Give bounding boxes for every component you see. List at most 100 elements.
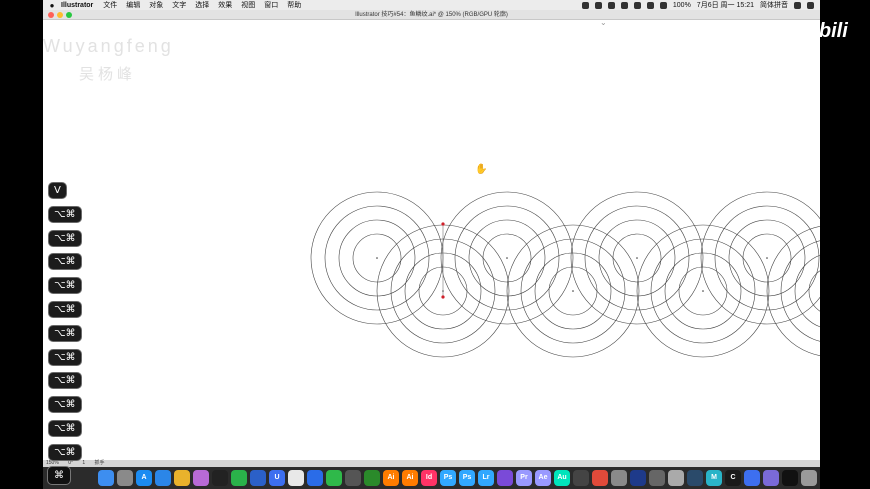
- shortcut-key-4: ⌥⌘: [48, 277, 82, 295]
- circle-center-point: [376, 257, 378, 259]
- dock: A U Ai Ai Id Ps Ps Lr Pr Ae Au M C: [43, 467, 820, 489]
- shortcut-key-2: ⌥⌘: [48, 229, 82, 247]
- pr-icon[interactable]: Pr: [516, 470, 532, 486]
- minimize-window-button[interactable]: [57, 12, 63, 18]
- shortcut-key-3: ⌥⌘: [48, 253, 82, 271]
- cinema4d-icon[interactable]: [630, 470, 646, 486]
- qq-icon[interactable]: [212, 470, 228, 486]
- input-method[interactable]: 简体拼音: [760, 0, 788, 10]
- zbrush-icon[interactable]: [668, 470, 684, 486]
- circle-center-point: [702, 290, 704, 292]
- finder-icon[interactable]: [98, 470, 114, 486]
- circle-center-point: [506, 257, 508, 259]
- ps-icon[interactable]: Ps: [440, 470, 456, 486]
- scale-circle: [780, 240, 820, 342]
- shortcut-key-0: V: [48, 182, 67, 199]
- media-encoder-icon[interactable]: [649, 470, 665, 486]
- status-bar: 150% 0° 1 抓手: [43, 460, 820, 467]
- safari-icon[interactable]: [155, 470, 171, 486]
- shortcut-key-11: ⌥⌘: [48, 443, 82, 461]
- menu-file[interactable]: 文件: [103, 0, 117, 10]
- right-black-bar: [820, 0, 870, 489]
- status-icon-4[interactable]: [620, 1, 628, 9]
- m-icon[interactable]: M: [706, 470, 722, 486]
- shortcut-key-10: ⌥⌘: [48, 420, 82, 437]
- zoom-window-button[interactable]: [66, 12, 72, 18]
- baidu-icon[interactable]: [288, 470, 304, 486]
- word-icon[interactable]: [250, 470, 266, 486]
- blender-icon[interactable]: [687, 470, 703, 486]
- menu-window[interactable]: 窗口: [264, 0, 278, 10]
- menu-edit[interactable]: 编辑: [126, 0, 140, 10]
- xunlei-icon[interactable]: [307, 470, 323, 486]
- xbox-icon[interactable]: [364, 470, 380, 486]
- shortcut-key-8: ⌥⌘: [48, 372, 82, 390]
- id-icon[interactable]: Id: [421, 470, 437, 486]
- mac-screen: ● Illustrator 文件 编辑 对象 文字 选择 效果 视图 窗口 帮助…: [43, 0, 820, 489]
- rotation-angle[interactable]: 0°: [68, 460, 73, 466]
- status-icon-1[interactable]: [581, 1, 589, 9]
- preview-icon[interactable]: [763, 470, 779, 486]
- artboard-canvas[interactable]: Wuyangfeng 吴杨峰 ⌄ ✋: [43, 18, 820, 460]
- menu-type[interactable]: 文字: [172, 0, 186, 10]
- c-icon[interactable]: C: [725, 470, 741, 486]
- siri-icon[interactable]: [794, 1, 801, 9]
- circle-center-point: [572, 290, 574, 292]
- ae-icon[interactable]: Ae: [535, 470, 551, 486]
- status-icon-5[interactable]: [633, 1, 641, 9]
- settings-icon[interactable]: [611, 470, 627, 486]
- close-window-button[interactable]: [48, 12, 54, 18]
- menu-extras: 100% 7月6日 周一 15:21 简体拼音: [581, 0, 820, 10]
- lr-icon[interactable]: Lr: [478, 470, 494, 486]
- circle-center-point: [766, 257, 768, 259]
- anchor-point: [441, 222, 445, 226]
- scale-circle: [766, 226, 820, 356]
- shortcut-key-6: ⌥⌘: [48, 324, 82, 342]
- script-icon[interactable]: [345, 470, 361, 486]
- chrome-icon[interactable]: [174, 470, 190, 486]
- au-icon[interactable]: Au: [554, 470, 570, 486]
- anchor-point: [441, 295, 445, 299]
- document-title: Illustrator 技巧#54：鱼鳞纹.ai* @ 150% (RGB/GP…: [355, 12, 508, 18]
- network-icon[interactable]: [744, 470, 760, 486]
- compressor-icon[interactable]: [592, 470, 608, 486]
- current-keypress: ⌘: [47, 466, 71, 485]
- u-icon[interactable]: U: [269, 470, 285, 486]
- hand-cursor-icon: ✋: [475, 164, 488, 175]
- control-center-icon[interactable]: [807, 1, 814, 9]
- window-titlebar: Illustrator 技巧#54：鱼鳞纹.ai* @ 150% (RGB/GP…: [43, 10, 820, 20]
- wechat-icon[interactable]: [231, 470, 247, 486]
- battery-label[interactable]: 100%: [673, 2, 691, 9]
- trash-icon[interactable]: [801, 470, 817, 486]
- ai2-icon[interactable]: Ai: [402, 470, 418, 486]
- status-icon-2[interactable]: [594, 1, 602, 9]
- appstore-icon[interactable]: A: [136, 470, 152, 486]
- wifi-icon[interactable]: [646, 1, 654, 9]
- apple-menu-icon[interactable]: ●: [43, 1, 61, 10]
- ai-icon[interactable]: Ai: [383, 470, 399, 486]
- menu-view[interactable]: 视图: [241, 0, 255, 10]
- finalcut-icon[interactable]: [497, 470, 513, 486]
- bilibili-logo: bilibili: [790, 20, 848, 42]
- menu-help[interactable]: 帮助: [287, 0, 301, 10]
- menu-object[interactable]: 对象: [149, 0, 163, 10]
- current-tool: 抓手: [94, 460, 105, 466]
- window-controls: [48, 12, 72, 18]
- menu-effect[interactable]: 效果: [218, 0, 232, 10]
- ps2-icon[interactable]: Ps: [459, 470, 475, 486]
- app-menu[interactable]: Illustrator: [61, 2, 93, 9]
- fish-scale-circles[interactable]: [43, 20, 820, 460]
- photos-icon[interactable]: [193, 470, 209, 486]
- evernote-icon[interactable]: [326, 470, 342, 486]
- artboard-number[interactable]: 1: [82, 460, 85, 466]
- shortcut-key-1: ⌥⌘: [48, 205, 82, 223]
- shortcut-key-7: ⌥⌘: [48, 348, 82, 366]
- menu-select[interactable]: 选择: [195, 0, 209, 10]
- volume-icon[interactable]: [659, 1, 667, 9]
- clock[interactable]: 7月6日 周一 15:21: [697, 0, 754, 10]
- status-icon-3[interactable]: [607, 1, 615, 9]
- terminal-icon[interactable]: [782, 470, 798, 486]
- launchpad-icon[interactable]: [117, 470, 133, 486]
- circle-center-point: [636, 257, 638, 259]
- davinci-icon[interactable]: [573, 470, 589, 486]
